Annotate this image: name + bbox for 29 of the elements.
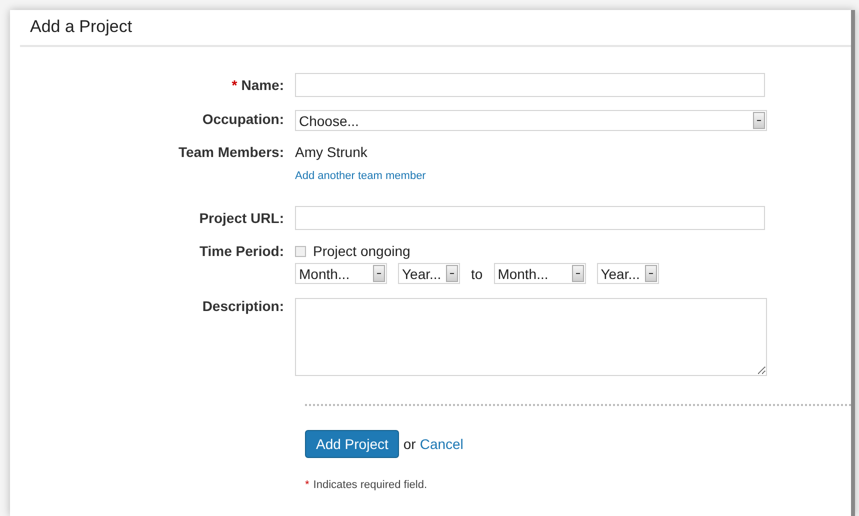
caret-icon (644, 265, 657, 282)
text-field[interactable] (295, 73, 765, 97)
cancel-link[interactable]: Cancel (420, 436, 464, 452)
team-member-name: Amy Strunk (295, 144, 368, 160)
dropdown[interactable]: Month... (494, 263, 586, 284)
field-label: Team Members: (177, 144, 284, 162)
or-text: or (403, 436, 416, 452)
dropdown[interactable]: Year... (398, 263, 460, 284)
add-project-button[interactable]: Add Project (305, 430, 400, 458)
caret-icon (373, 265, 385, 282)
field-label: Occupation: (201, 110, 284, 129)
caret-icon (446, 265, 458, 282)
add-member-link[interactable]: Add another team member (295, 170, 426, 182)
field-label: Description: (201, 298, 284, 316)
caret-icon (753, 112, 765, 129)
dropdown[interactable]: Month... (295, 263, 387, 284)
field-label: * Name: (230, 76, 284, 95)
range-separator: to (471, 266, 483, 282)
caret-icon (572, 265, 584, 282)
field-label: Project URL: (198, 209, 284, 228)
text-field[interactable] (295, 206, 765, 230)
dropdown[interactable]: Choose... (295, 110, 767, 131)
description-field[interactable] (295, 298, 767, 376)
checkbox-label: Project ongoing (313, 243, 410, 259)
dropdown[interactable]: Year... (596, 263, 659, 284)
required-note: * Indicates required field. (305, 479, 428, 491)
field-label: Time Period: (198, 243, 284, 261)
checkbox[interactable] (295, 246, 306, 256)
dialog-title: Add a Project (20, 10, 851, 47)
